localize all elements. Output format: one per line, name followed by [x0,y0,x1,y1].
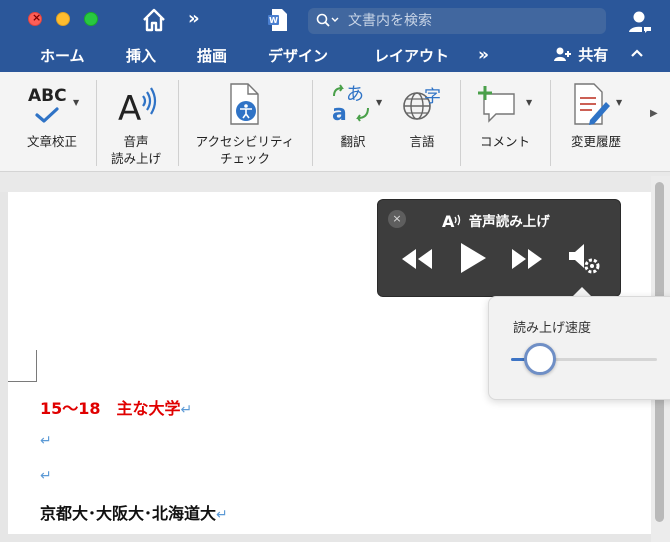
chevron-down-icon: ▼ [73,98,80,107]
spelling-button[interactable]: ABC ▼ 文章校正 [12,72,92,172]
globe-language-icon: 字 [403,87,441,120]
play-icon[interactable] [458,241,488,275]
tab-layout[interactable]: レイアウト [374,45,449,66]
home-icon[interactable] [140,6,168,34]
search-icon [316,8,348,34]
margin-corner-mark [8,381,37,382]
accessibility-icon [230,83,259,125]
user-account-icon[interactable] [624,6,654,36]
search-placeholder: 文書内を検索 [348,13,432,29]
abc-label: ABC [28,86,67,106]
comment-button[interactable]: ▼ コメント [464,72,546,172]
reading-speed-popover: 読み上げ速度 [488,296,670,400]
doc-empty-paragraph[interactable]: ↵ [40,430,52,449]
read-aloud-title-text: 音声読み上げ [468,214,550,230]
rewind-icon[interactable] [400,244,434,274]
doc-empty-paragraph[interactable]: ↵ [40,465,52,484]
close-window-button[interactable]: × [28,11,42,26]
minimize-window-button[interactable] [56,12,70,26]
svg-text:字: 字 [424,87,441,107]
svg-text:A: A [118,89,141,124]
quick-access-more-button[interactable]: » [188,8,200,29]
ribbon-divider [178,80,179,166]
tab-design[interactable]: デザイン [268,45,328,66]
read-aloud-icon: A [118,87,157,124]
svg-text:あ: あ [346,84,364,105]
zoom-window-button[interactable] [84,12,98,26]
document-search-input[interactable]: 文書内を検索 [308,8,606,34]
share-label: 共有 [578,46,609,64]
ribbon-tabs: ホーム 挿入 描画 デザイン レイアウト » 共有 [0,40,670,72]
chevron-down-icon: ▼ [376,98,383,107]
doc-heading-text: 15〜18 主な大学 [40,399,181,418]
tab-more-button[interactable]: » [478,45,489,65]
spelling-label: 文章校正 [26,134,77,149]
accessibility-label-1: アクセシビリティ [195,134,295,149]
doc-heading[interactable]: 15〜18 主な大学↵ [40,395,192,419]
accessibility-check-button[interactable]: アクセシビリティ チェック [182,72,308,172]
translate-button[interactable]: あ a ▼ 翻訳 [322,72,384,172]
close-x-icon: × [32,11,42,24]
language-label: 言語 [409,134,435,149]
read-aloud-panel: × A 音声読み上げ [377,199,621,297]
svg-text:a: a [332,101,347,126]
tab-home[interactable]: ホーム [40,45,85,66]
add-person-icon [554,47,571,61]
track-changes-button[interactable]: ▼ 変更履歴 [554,72,638,172]
speaker-settings-icon[interactable] [566,240,604,276]
paragraph-mark: ↵ [40,468,52,484]
chevron-down-icon: ▼ [526,98,533,107]
read-aloud-button[interactable]: A 音声 読み上げ [100,72,172,172]
ribbon-divider [460,80,461,166]
paragraph-mark: ↵ [216,507,228,523]
ribbon-scroll-right-icon[interactable]: ▶ [650,108,658,119]
accessibility-label-2: チェック [219,151,270,166]
read-aloud-label-2: 読み上げ [110,151,161,166]
read-aloud-title: A 音声読み上げ [442,210,550,231]
chevron-down-icon: ▼ [616,98,623,107]
paragraph-mark: ↵ [40,433,52,449]
margin-corner-mark [36,350,37,382]
language-button[interactable]: 字 言語 [390,72,454,172]
share-button[interactable]: 共有 [553,44,608,65]
ruler-strip [0,172,670,192]
ribbon-divider [312,80,313,166]
ribbon-divider [96,80,97,166]
translate-icon: あ a [332,84,369,126]
tab-insert[interactable]: 挿入 [126,45,156,66]
comment-label: コメント [479,134,530,149]
collapse-ribbon-chevron-icon[interactable] [630,43,644,62]
ribbon-divider [550,80,551,166]
svg-text:W: W [269,16,278,25]
new-comment-icon [478,86,515,123]
title-bar: × » W 文書内を検索 [0,0,670,40]
translate-label: 翻訳 [340,134,366,149]
word-doc-icon: W [268,9,287,31]
tab-draw[interactable]: 描画 [197,45,227,66]
close-panel-button[interactable]: × [388,210,406,228]
track-changes-icon [574,83,610,125]
ribbon-toolbar: ABC ▼ 文章校正 A 音声 読み上げ アクセシビリティ チェック あ a ▼… [0,72,670,172]
track-changes-label: 変更履歴 [570,134,621,149]
paragraph-mark: ↵ [180,402,193,418]
read-aloud-label-1: 音声 [123,134,149,149]
fast-forward-icon[interactable] [510,244,544,274]
slider-knob[interactable] [524,343,557,375]
checkmark-icon [35,107,59,123]
svg-text:A: A [442,212,455,229]
reading-speed-label: 読み上げ速度 [513,321,592,336]
read-aloud-icon: A [442,212,461,231]
doc-body-text: 京都大･大阪大･北海道大 [40,504,217,523]
reading-speed-slider[interactable] [511,343,657,375]
doc-body-line[interactable]: 京都大･大阪大･北海道大↵ [40,500,228,524]
